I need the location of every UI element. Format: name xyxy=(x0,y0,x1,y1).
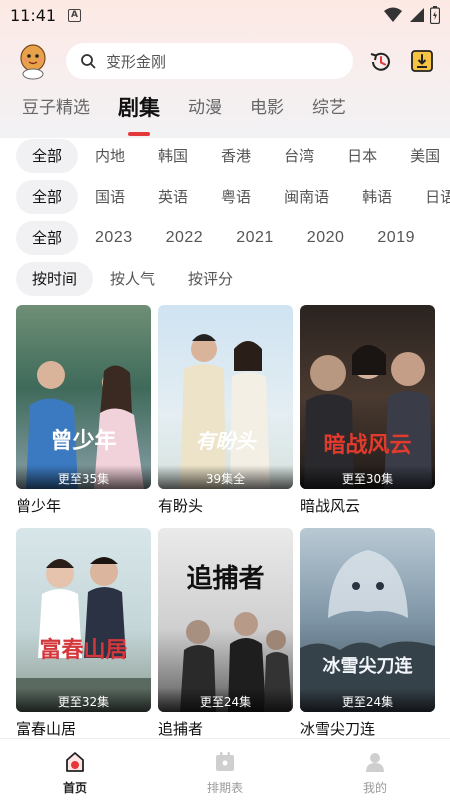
nav-home[interactable]: 首页 xyxy=(0,739,150,800)
show-card[interactable]: 有盼头 39集全 有盼头 xyxy=(158,305,293,516)
category-tabs: 豆子精选 剧集 动漫 电影 综艺 xyxy=(22,94,374,130)
tab-series[interactable]: 剧集 xyxy=(118,94,160,130)
episode-badge: 更至35集 xyxy=(16,465,151,489)
year-chip[interactable]: 全部 xyxy=(16,221,79,255)
show-card[interactable]: 追捕者 更至24集 追捕者 xyxy=(158,528,293,739)
region-chip[interactable]: 香港 xyxy=(205,139,267,173)
year-chip[interactable]: 2020 xyxy=(291,221,361,255)
avatar[interactable] xyxy=(14,42,52,80)
region-chip[interactable]: 全部 xyxy=(16,139,79,173)
tab-featured[interactable]: 豆子精选 xyxy=(22,94,90,130)
nav-schedule[interactable]: 排期表 xyxy=(150,739,300,800)
tab-variety[interactable]: 综艺 xyxy=(312,94,346,130)
show-card[interactable]: 富春山居 更至32集 富春山居 xyxy=(16,528,151,739)
show-title: 冰雪尖刀连 xyxy=(300,720,376,738)
nav-profile-label: 我的 xyxy=(362,781,387,795)
show-title: 富春山居 xyxy=(16,720,77,738)
show-card[interactable]: 暗战风云 更至30集 暗战风云 xyxy=(300,305,435,516)
bottom-navigation: 首页 排期表 我的 xyxy=(0,738,450,800)
tab-movies[interactable]: 电影 xyxy=(250,94,284,130)
language-chip[interactable]: 粤语 xyxy=(205,180,267,214)
poster-image: 富春山居 更至32集 xyxy=(16,528,151,712)
profile-icon xyxy=(366,753,384,772)
sort-filter-row: 按时间 按人气 按评分 xyxy=(16,262,250,296)
history-icon[interactable] xyxy=(368,49,394,75)
poster-image: 追捕者 更至24集 xyxy=(158,528,293,712)
nav-schedule-label: 排期表 xyxy=(206,781,243,795)
year-chip[interactable]: 2022 xyxy=(150,221,220,255)
poster-image: 冰雪尖刀连 更至24集 xyxy=(300,528,435,712)
status-time: 11:41 xyxy=(10,6,57,25)
calendar-icon xyxy=(216,752,234,771)
show-card[interactable]: 曾少年 更至35集 曾少年 xyxy=(16,305,151,516)
episode-badge: 更至30集 xyxy=(300,465,435,489)
episode-badge: 39集全 xyxy=(158,465,293,489)
poster-title: 暗战风云 xyxy=(323,432,412,458)
language-filter-row: 全部 国语 英语 粤语 闽南语 韩语 日语 xyxy=(16,180,450,214)
poster-title: 曾少年 xyxy=(50,428,117,454)
episode-badge: 更至24集 xyxy=(300,688,435,712)
nav-profile[interactable]: 我的 xyxy=(300,739,450,800)
search-placeholder: 变形金刚 xyxy=(106,52,167,71)
language-chip[interactable]: 韩语 xyxy=(346,180,408,214)
sort-chip[interactable]: 按时间 xyxy=(16,262,94,296)
region-chip[interactable]: 美国 xyxy=(394,139,450,173)
poster-title: 冰雪尖刀连 xyxy=(322,656,413,677)
sort-chip[interactable]: 按评分 xyxy=(172,262,249,296)
show-title: 曾少年 xyxy=(16,497,62,515)
language-chip[interactable]: 全部 xyxy=(16,180,79,214)
poster-image: 有盼头 39集全 xyxy=(158,305,293,489)
language-chip[interactable]: 闽南语 xyxy=(268,180,345,214)
episode-badge: 更至24集 xyxy=(158,688,293,712)
download-icon[interactable] xyxy=(410,49,434,73)
poster-image: 曾少年 更至35集 xyxy=(16,305,151,489)
language-chip[interactable]: 日语 xyxy=(409,180,450,214)
region-filter-row: 全部 内地 韩国 香港 台湾 日本 美国 xyxy=(16,139,450,173)
show-card[interactable]: 冰雪尖刀连 更至24集 冰雪尖刀连 xyxy=(300,528,435,739)
battery-icon xyxy=(430,6,440,24)
status-icons xyxy=(384,6,440,24)
show-title: 暗战风云 xyxy=(300,497,361,515)
search-icon xyxy=(81,54,96,69)
language-chip[interactable]: 英语 xyxy=(142,180,204,214)
show-title: 有盼头 xyxy=(158,497,204,515)
year-chip[interactable]: 2023 xyxy=(79,221,149,255)
signal-icon xyxy=(410,8,424,22)
episode-badge: 更至32集 xyxy=(16,688,151,712)
tab-anime[interactable]: 动漫 xyxy=(188,94,222,130)
search-bar[interactable]: 变形金刚 xyxy=(66,43,353,79)
language-chip[interactable]: 国语 xyxy=(79,180,141,214)
nav-home-label: 首页 xyxy=(62,781,87,795)
region-chip[interactable]: 内地 xyxy=(79,139,141,173)
status-bar: 11:41 A xyxy=(0,0,450,32)
wifi-icon xyxy=(384,7,402,22)
year-chip[interactable]: 2021 xyxy=(220,221,290,255)
show-title: 追捕者 xyxy=(158,720,204,738)
region-chip[interactable]: 韩国 xyxy=(142,139,204,173)
year-chip[interactable]: 2019 xyxy=(361,221,431,255)
region-chip[interactable]: 台湾 xyxy=(268,139,330,173)
poster-title: 富春山居 xyxy=(39,637,128,663)
year-filter-row: 全部 2023 2022 2021 2020 2019 xyxy=(16,221,432,255)
region-chip[interactable]: 日本 xyxy=(331,139,393,173)
poster-title: 追捕者 xyxy=(186,564,265,594)
notification-icon: A xyxy=(68,9,81,22)
poster-image: 暗战风云 更至30集 xyxy=(300,305,435,489)
poster-title: 有盼头 xyxy=(195,429,256,453)
home-icon xyxy=(66,752,84,772)
sort-chip[interactable]: 按人气 xyxy=(94,262,171,296)
